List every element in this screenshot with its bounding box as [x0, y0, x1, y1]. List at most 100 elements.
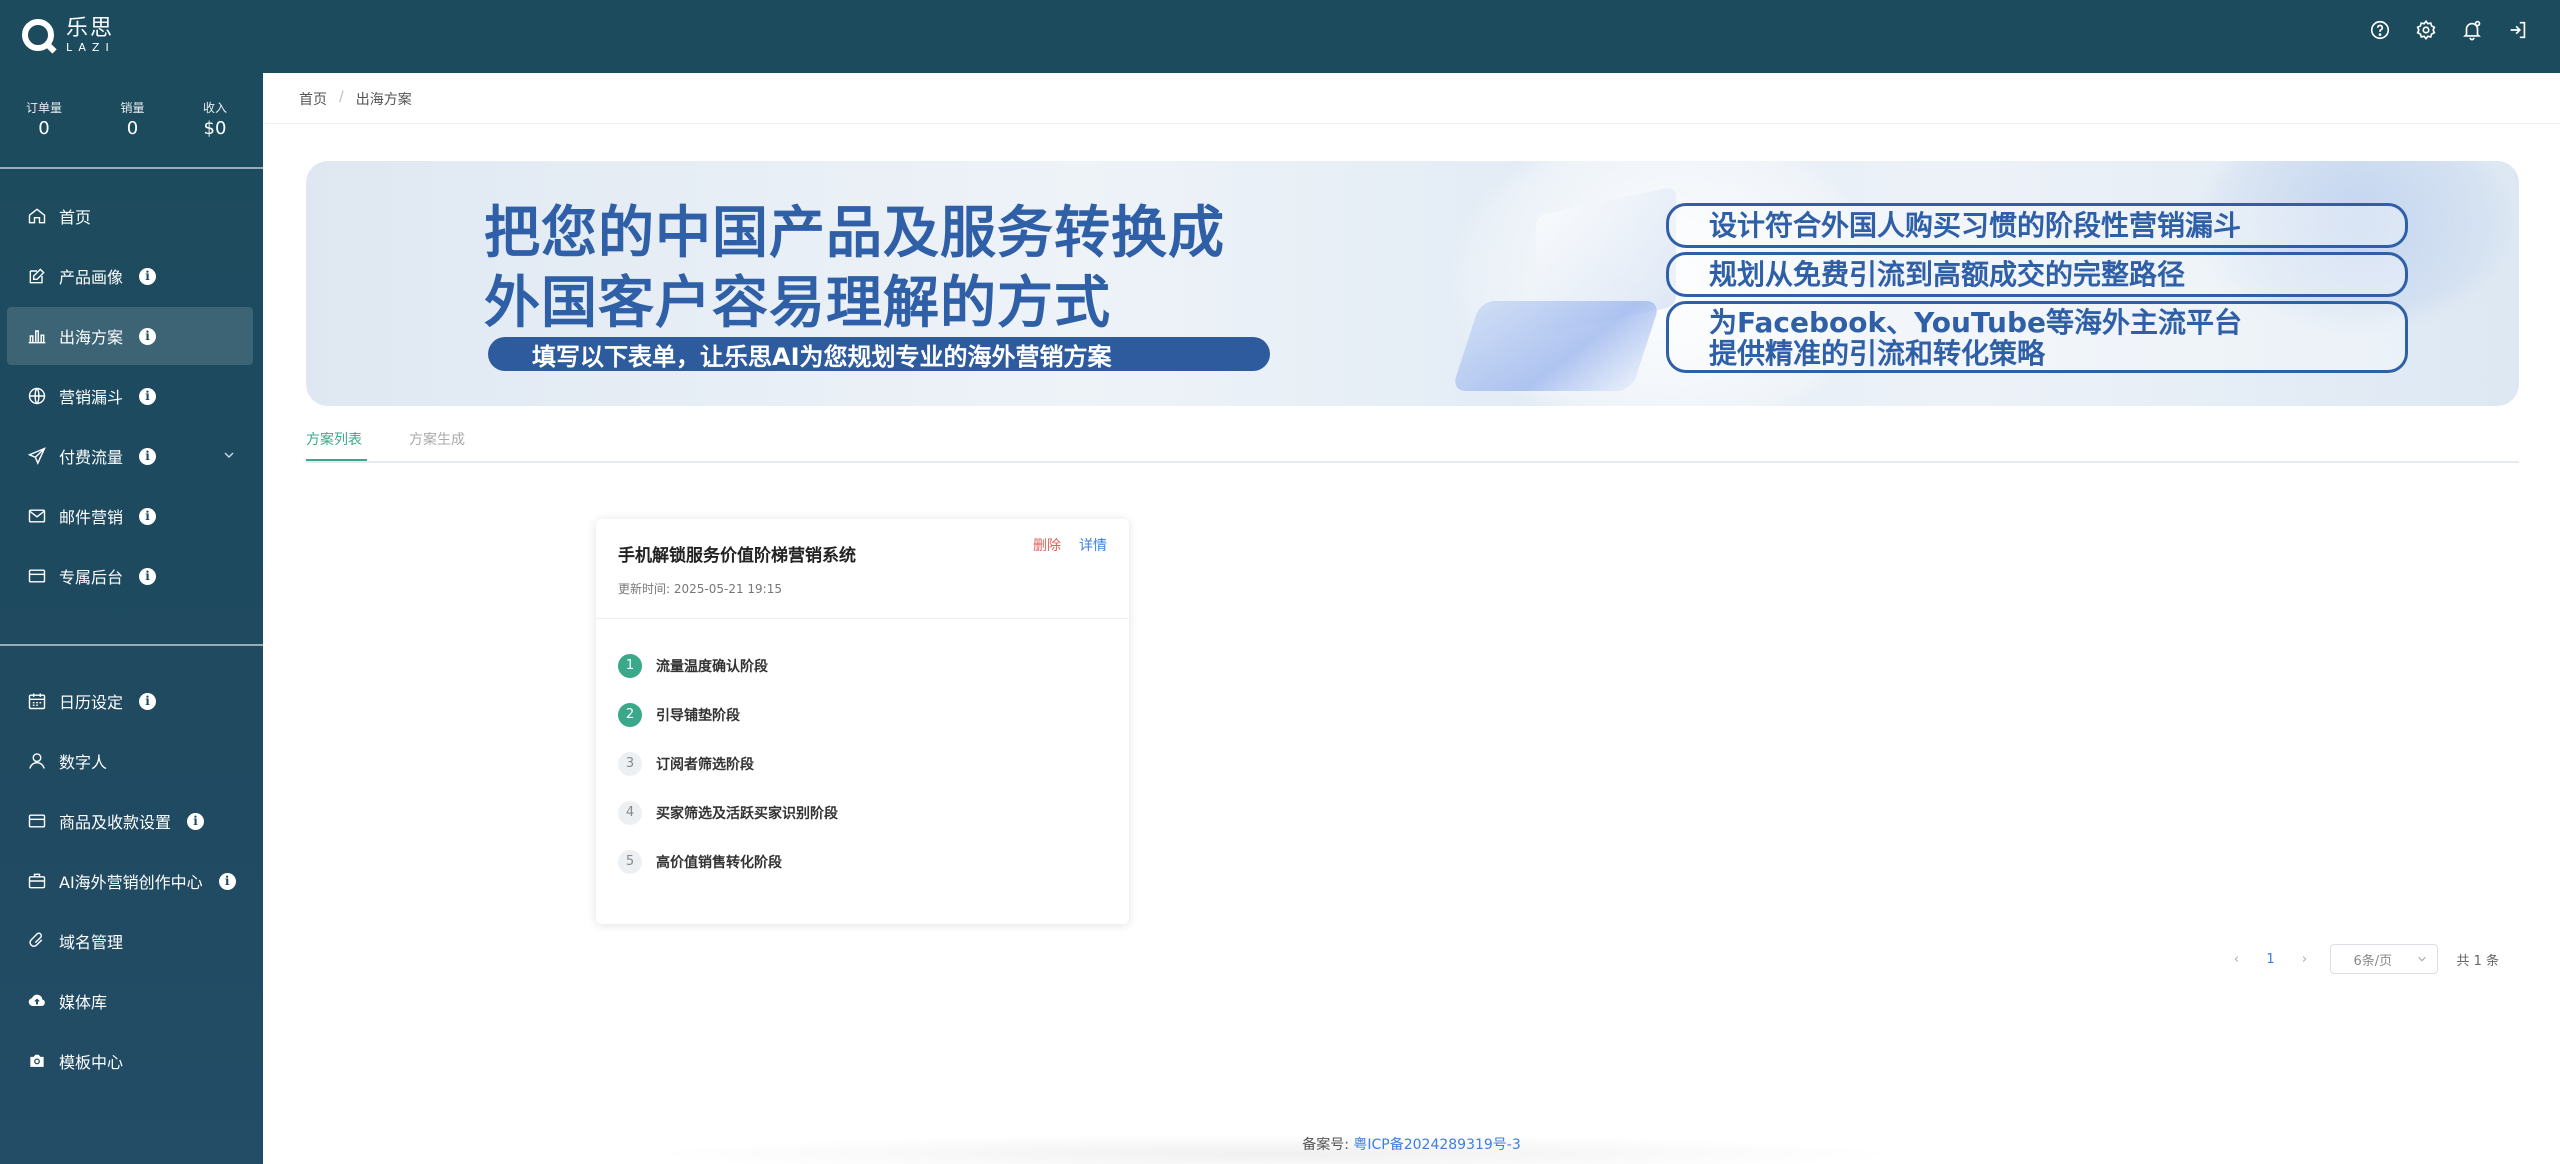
globe-icon [27, 386, 47, 406]
chevron-down-icon[interactable] [223, 449, 235, 461]
sidebar-item-ai-creation-center[interactable]: AI海外营销创作中心 i [7, 852, 253, 910]
banner-feature: 设计符合外国人购买习惯的阶段性营销漏斗 [1666, 203, 2408, 248]
home-icon [27, 206, 47, 226]
sidebar-item-funnel[interactable]: 营销漏斗 i [7, 367, 253, 425]
plan-actions: 删除 详情 [1033, 535, 1107, 555]
plan-step: 4 买家筛选及活跃买家识别阶段 [618, 788, 1107, 837]
info-icon[interactable]: i [139, 387, 157, 405]
sidebar-item-label: 营销漏斗 [59, 388, 124, 407]
step-label: 高价值销售转化阶段 [656, 854, 782, 871]
help-icon[interactable] [2368, 18, 2392, 42]
plan-card-header: 手机解锁服务价值阶梯营销系统 更新时间: 2025-05-21 19:15 删除… [596, 519, 1129, 619]
breadcrumb-divider [263, 123, 2560, 124]
user-icon [27, 751, 47, 771]
info-icon[interactable]: i [187, 812, 205, 830]
camera-icon [27, 1051, 47, 1071]
bell-icon[interactable] [2460, 18, 2484, 42]
info-icon[interactable]: i [139, 507, 157, 525]
promo-banner: 把您的中国产品及服务转换成 外国客户容易理解的方式 填写以下表单，让乐思AI为您… [306, 161, 2519, 406]
step-label: 引导铺垫阶段 [656, 707, 740, 724]
sidebar-item-label: 专属后台 [59, 568, 124, 587]
info-icon[interactable]: i [139, 567, 157, 585]
icp-link[interactable]: 粤ICP备2024289319号-3 [1353, 1137, 1520, 1153]
step-number: 2 [618, 702, 642, 727]
logo[interactable]: 乐思 LAZI [22, 16, 115, 54]
sidebar-item-home[interactable]: 首页 [7, 187, 253, 245]
logo-icon [22, 19, 54, 51]
briefcase-icon [27, 871, 47, 891]
sidebar-item-label: 产品画像 [59, 268, 124, 287]
top-bar: 乐思 LAZI [0, 0, 2560, 73]
sidebar-item-product-payment[interactable]: 商品及收款设置 i [7, 792, 253, 850]
top-icons [2368, 18, 2530, 42]
sidebar-item-digital-human[interactable]: 数字人 [7, 732, 253, 790]
step-label: 买家筛选及活跃买家识别阶段 [656, 805, 838, 822]
delete-button[interactable]: 删除 [1033, 535, 1061, 555]
info-icon[interactable]: i [139, 267, 157, 285]
plan-step: 2 引导铺垫阶段 [618, 690, 1107, 739]
bar-chart-icon [27, 326, 47, 346]
page-number[interactable]: 1 [2250, 952, 2290, 967]
step-number: 1 [618, 653, 642, 678]
logout-icon[interactable] [2506, 18, 2530, 42]
cloud-upload-icon [27, 991, 47, 1011]
sidebar-item-label: 媒体库 [59, 993, 108, 1012]
plan-card: 手机解锁服务价值阶梯营销系统 更新时间: 2025-05-21 19:15 删除… [596, 519, 1129, 924]
sidebar-item-exclusive-backend[interactable]: 专属后台 i [7, 547, 253, 605]
sidebar-item-domain[interactable]: 域名管理 [7, 912, 253, 970]
breadcrumb: 首页 / 出海方案 [299, 89, 412, 109]
step-label: 订阅者筛选阶段 [656, 756, 754, 773]
sidebar-item-label: 付费流量 [59, 448, 124, 467]
plan-step: 5 高价值销售转化阶段 [618, 837, 1107, 886]
sidebar-item-label: 邮件营销 [59, 508, 124, 527]
send-icon [27, 446, 47, 466]
plan-updated-time: 更新时间: 2025-05-21 19:15 [618, 582, 782, 596]
settings-icon[interactable] [2414, 18, 2438, 42]
card-icon [27, 566, 47, 586]
step-number: 4 [618, 800, 642, 825]
sidebar-item-label: 出海方案 [59, 328, 124, 347]
sidebar-item-template-center[interactable]: 模板中心 [7, 1032, 253, 1090]
sidebar-item-label: 数字人 [59, 753, 108, 772]
banner-headline: 把您的中国产品及服务转换成 外国客户容易理解的方式 [484, 201, 1225, 336]
tab-bar: 方案列表 方案生成 [306, 429, 2519, 463]
sidebar-item-calendar[interactable]: 日历设定 i [7, 672, 253, 730]
step-label: 流量温度确认阶段 [656, 658, 768, 675]
pagination: ‹ 1 › 6条/页 共 1 条 [2222, 943, 2499, 975]
footer: 备案号: 粤ICP备2024289319号-3 [263, 1132, 2560, 1164]
next-page-button[interactable]: › [2290, 952, 2318, 967]
calendar-icon [27, 691, 47, 711]
info-icon[interactable]: i [139, 692, 157, 710]
logo-text-cn: 乐思 [66, 15, 115, 41]
tab-plan-list[interactable]: 方案列表 [306, 429, 367, 461]
plan-step: 3 订阅者筛选阶段 [618, 739, 1107, 788]
info-icon[interactable]: i [139, 327, 157, 345]
mail-icon [27, 506, 47, 526]
info-icon[interactable]: i [139, 447, 157, 465]
plan-step: 1 流量温度确认阶段 [618, 641, 1107, 690]
detail-button[interactable]: 详情 [1079, 535, 1107, 555]
sidebar-item-overseas-plan[interactable]: 出海方案 i [7, 307, 253, 365]
breadcrumb-home[interactable]: 首页 [299, 89, 327, 109]
sidebar-item-paid-traffic[interactable]: 付费流量 i [7, 427, 253, 485]
sidebar-divider [0, 644, 263, 646]
stat-orders: 订单量 0 [26, 101, 63, 139]
banner-feature: 为Facebook、YouTube等海外主流平台 提供精准的引流和转化策略 [1666, 301, 2408, 373]
footer-label: 备案号: [1302, 1137, 1349, 1153]
plan-steps: 1 流量温度确认阶段 2 引导铺垫阶段 3 订阅者筛选阶段 4 买家筛选及活跃买… [596, 619, 1129, 886]
step-number: 3 [618, 751, 642, 776]
prev-page-button[interactable]: ‹ [2222, 952, 2250, 967]
sidebar-nav: 首页 产品画像 i 出海方案 i 营销漏斗 i 付费流量 i 邮件营销 i 专属… [0, 169, 263, 1090]
page-size-select[interactable]: 6条/页 [2330, 944, 2439, 974]
card-icon [27, 811, 47, 831]
sidebar-item-media-library[interactable]: 媒体库 [7, 972, 253, 1030]
sidebar-item-product-profile[interactable]: 产品画像 i [7, 247, 253, 305]
tab-plan-generate[interactable]: 方案生成 [409, 429, 465, 461]
info-icon[interactable]: i [218, 872, 236, 890]
sidebar-item-label: 商品及收款设置 [59, 813, 172, 832]
pagination-total: 共 1 条 [2456, 953, 2499, 969]
breadcrumb-separator: / [339, 89, 344, 105]
sidebar-item-email-marketing[interactable]: 邮件营销 i [7, 487, 253, 545]
logo-text-en: LAZI [66, 40, 115, 54]
sidebar-item-label: 日历设定 [59, 693, 124, 712]
